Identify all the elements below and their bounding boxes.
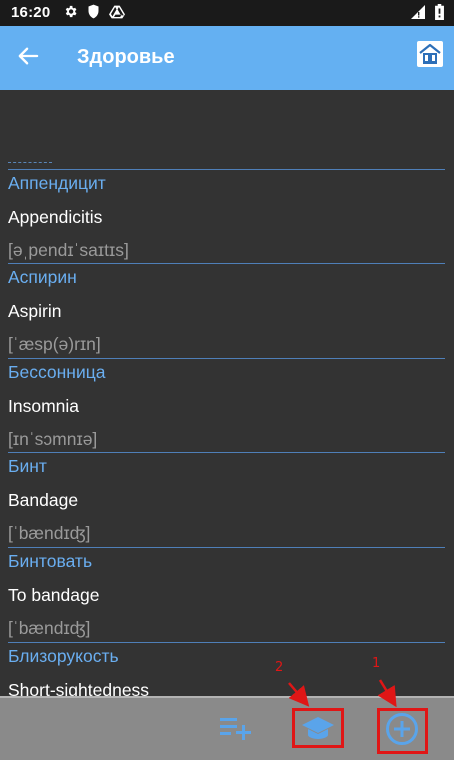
word-english: To bandage <box>8 585 100 605</box>
list-divider <box>8 263 445 264</box>
word-russian: Бессонница <box>8 362 106 382</box>
word-transcription: [ɪnˈsɔmnɪə] <box>8 429 98 449</box>
word-transcription: [ˈbændɪʤ] <box>8 523 91 543</box>
status-icons-right <box>411 4 444 25</box>
word-russian: Бинт <box>8 456 47 476</box>
gear-icon <box>63 4 78 24</box>
shield-icon <box>87 4 100 24</box>
annotation-label-1: 1 <box>372 656 381 671</box>
list-divider <box>8 452 445 453</box>
app-bar: Здоровье <box>0 26 454 90</box>
list-divider <box>8 547 445 548</box>
word-transcription: [ˈæsp(ə)rɪn] <box>8 334 101 354</box>
word-russian: Близорукость <box>8 646 119 666</box>
annotation-label-2: 2 <box>275 660 284 675</box>
drive-icon <box>109 5 125 24</box>
word-english: Bandage <box>8 490 79 510</box>
arrow-left-icon <box>17 46 39 71</box>
word-english: Short-sightedness <box>8 680 150 696</box>
back-button[interactable] <box>6 34 50 82</box>
list-divider <box>8 169 445 170</box>
status-time: 16:20 <box>11 4 51 21</box>
annotation-box-study <box>292 708 344 748</box>
list-divider <box>8 162 52 163</box>
home-button[interactable] <box>414 40 446 72</box>
annotation-box-add <box>377 708 428 754</box>
word-russian: Аспирин <box>8 267 77 287</box>
list-item[interactable]: Аппендицит Appendicitis [əˌpendɪˈsaɪtɪs] <box>0 169 454 264</box>
playlist-add-icon <box>219 715 253 746</box>
list-item[interactable]: Близорукость Short-sightedness <box>0 642 454 696</box>
list-item[interactable]: Бинт Bandage [ˈbændɪʤ] <box>0 452 454 547</box>
word-english: Insomnia <box>8 396 80 416</box>
word-transcription: [əˌpendɪˈsaɪtɪs] <box>8 240 129 260</box>
home-icon <box>416 40 444 73</box>
signal-icon <box>411 5 425 24</box>
page-title: Здоровье <box>77 46 175 68</box>
list-divider <box>8 358 445 359</box>
word-english: Appendicitis <box>8 207 103 227</box>
list-item[interactable]: Бессонница Insomnia [ɪnˈsɔmnɪə] <box>0 358 454 453</box>
word-english: Aspirin <box>8 301 62 321</box>
list-item[interactable]: Аспирин Aspirin [ˈæsp(ə)rɪn] <box>0 263 454 358</box>
add-to-list-button[interactable] <box>214 710 258 750</box>
word-russian: Аппендицит <box>8 173 106 193</box>
status-bar: 16:20 <box>0 0 454 26</box>
word-russian: Бинтовать <box>8 551 93 571</box>
word-list[interactable]: Аппендицит Appendicitis [əˌpendɪˈsaɪtɪs]… <box>0 90 454 696</box>
battery-icon <box>435 4 444 25</box>
word-transcription: [ˈbændɪʤ] <box>8 618 91 638</box>
status-icons-left <box>63 4 125 24</box>
list-divider <box>8 642 445 643</box>
list-item[interactable]: Бинтовать To bandage [ˈbændɪʤ] <box>0 547 454 642</box>
